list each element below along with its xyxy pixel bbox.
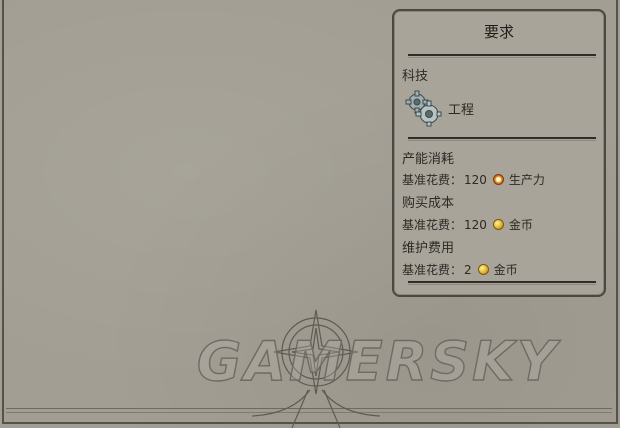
purchase-cost-unit: 金币 (508, 218, 533, 232)
upkeep-cost-label: 基准花费： (402, 263, 463, 277)
purchase-cost-row: 基准花费： 120 金币 (402, 216, 533, 233)
upkeep-cost-value: 2 (464, 262, 472, 277)
svg-text:GAMERSKY: GAMERSKY (197, 330, 561, 393)
tech-section-label: 科技 (402, 69, 429, 84)
upkeep-cost-row: 基准花费： 2 金币 (402, 261, 518, 278)
panel-title: 要求 (483, 23, 514, 41)
production-cost-unit: 生产力 (508, 173, 545, 187)
upkeep-cost-unit: 金币 (493, 263, 518, 277)
tech-divider (408, 137, 596, 141)
tech-item-label: 工程 (448, 102, 475, 118)
bottom-panel-divider (408, 281, 596, 285)
requirements-panel: 要求 科技 工程 产能消耗 基准花费： 120 生产力 购买成本 基准花费： 1… (392, 9, 606, 297)
production-cost-label: 基准花费： (402, 173, 463, 187)
production-cost-row: 基准花费： 120 生产力 (402, 171, 545, 188)
purchase-cost-label: 基准花费： (402, 218, 463, 232)
title-divider (408, 54, 596, 58)
purchase-section-label: 购买成本 (402, 196, 455, 211)
upkeep-section-label: 维护费用 (402, 241, 455, 256)
production-icon (492, 174, 504, 185)
tech-item-engineering[interactable]: 工程 (404, 89, 474, 127)
gold-coin-icon (477, 264, 489, 275)
purchase-cost-value: 120 (464, 217, 487, 232)
gold-coin-icon (492, 219, 504, 230)
production-cost-value: 120 (464, 172, 487, 187)
production-section-label: 产能消耗 (402, 152, 455, 167)
watermark-text: GAMERSKY (196, 330, 561, 394)
gears-icon (405, 90, 442, 127)
